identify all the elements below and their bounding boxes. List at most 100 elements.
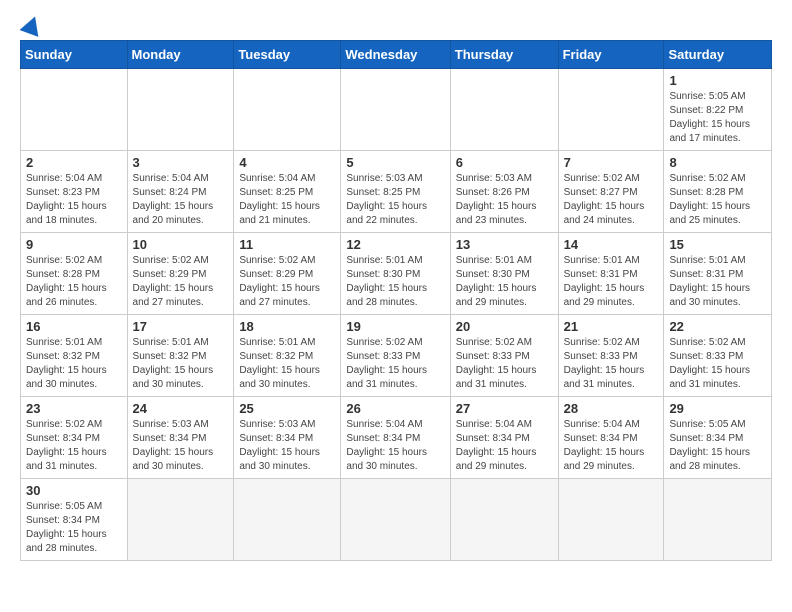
day-info: Sunrise: 5:01 AM Sunset: 8:31 PM Dayligh… — [669, 254, 766, 310]
day-info: Sunrise: 5:04 AM Sunset: 8:34 PM Dayligh… — [456, 418, 553, 474]
day-cell: 9 Sunrise: 5:02 AM Sunset: 8:28 PM Daylig… — [21, 233, 128, 315]
weekday-header-sunday: Sunday — [21, 41, 128, 69]
logo-triangle-icon — [20, 13, 45, 37]
day-cell — [21, 69, 128, 151]
day-cell — [234, 69, 341, 151]
day-cell: 24Sunrise: 5:03 AM Sunset: 8:34 PM Dayli… — [127, 397, 234, 479]
week-row-0: 1 Sunrise: 5:05 AM Sunset: 8:22 PM Daylig… — [21, 69, 772, 151]
day-cell — [341, 69, 450, 151]
day-cell — [450, 479, 558, 561]
day-cell: 13Sunrise: 5:01 AM Sunset: 8:30 PM Dayli… — [450, 233, 558, 315]
day-cell: 4Sunrise: 5:04 AM Sunset: 8:25 PM Daylig… — [234, 151, 341, 233]
day-number: 21 — [564, 319, 659, 334]
day-info: Sunrise: 5:04 AM Sunset: 8:34 PM Dayligh… — [564, 418, 659, 474]
day-number: 24 — [133, 401, 229, 416]
day-cell: 16 Sunrise: 5:01 AM Sunset: 8:32 PM Dayli… — [21, 315, 128, 397]
day-cell — [664, 479, 772, 561]
day-info: Sunrise: 5:05 AM Sunset: 8:34 PM Dayligh… — [669, 418, 766, 474]
day-number: 20 — [456, 319, 553, 334]
day-info: Sunrise: 5:04 AM Sunset: 8:24 PM Dayligh… — [133, 172, 229, 228]
day-info: Sunrise: 5:02 AM Sunset: 8:33 PM Dayligh… — [669, 336, 766, 392]
day-cell: 21 Sunrise: 5:02 AM Sunset: 8:33 PM Dayli… — [558, 315, 664, 397]
day-info: Sunrise: 5:03 AM Sunset: 8:34 PM Dayligh… — [239, 418, 335, 474]
day-number: 7 — [564, 155, 659, 170]
day-info: Sunrise: 5:04 AM Sunset: 8:34 PM Dayligh… — [346, 418, 444, 474]
day-number: 28 — [564, 401, 659, 416]
day-number: 23 — [26, 401, 122, 416]
day-info: Sunrise: 5:01 AM Sunset: 8:32 PM Dayligh… — [239, 336, 335, 392]
day-cell: 27 Sunrise: 5:04 AM Sunset: 8:34 PM Dayli… — [450, 397, 558, 479]
day-number: 9 — [26, 237, 122, 252]
day-info: Sunrise: 5:02 AM Sunset: 8:28 PM Dayligh… — [26, 254, 122, 310]
day-info: Sunrise: 5:01 AM Sunset: 8:31 PM Dayligh… — [564, 254, 659, 310]
day-number: 13 — [456, 237, 553, 252]
day-number: 10 — [133, 237, 229, 252]
day-number: 6 — [456, 155, 553, 170]
day-cell: 7 Sunrise: 5:02 AM Sunset: 8:27 PM Daylig… — [558, 151, 664, 233]
weekday-header-saturday: Saturday — [664, 41, 772, 69]
weekday-header-thursday: Thursday — [450, 41, 558, 69]
day-number: 3 — [133, 155, 229, 170]
day-info: Sunrise: 5:01 AM Sunset: 8:32 PM Dayligh… — [133, 336, 229, 392]
day-cell: 15 Sunrise: 5:01 AM Sunset: 8:31 PM Dayli… — [664, 233, 772, 315]
weekday-header-friday: Friday — [558, 41, 664, 69]
weekday-header-tuesday: Tuesday — [234, 41, 341, 69]
logo — [20, 16, 42, 34]
day-cell: 3 Sunrise: 5:04 AM Sunset: 8:24 PM Daylig… — [127, 151, 234, 233]
day-cell — [127, 479, 234, 561]
day-cell: 5Sunrise: 5:03 AM Sunset: 8:25 PM Daylig… — [341, 151, 450, 233]
day-info: Sunrise: 5:01 AM Sunset: 8:32 PM Dayligh… — [26, 336, 122, 392]
day-cell: 28 Sunrise: 5:04 AM Sunset: 8:34 PM Dayli… — [558, 397, 664, 479]
day-info: Sunrise: 5:02 AM Sunset: 8:34 PM Dayligh… — [26, 418, 122, 474]
day-number: 22 — [669, 319, 766, 334]
day-cell — [234, 479, 341, 561]
week-row-5: 30 Sunrise: 5:05 AM Sunset: 8:34 PM Dayli… — [21, 479, 772, 561]
day-info: Sunrise: 5:03 AM Sunset: 8:26 PM Dayligh… — [456, 172, 553, 228]
week-row-3: 16 Sunrise: 5:01 AM Sunset: 8:32 PM Dayli… — [21, 315, 772, 397]
week-row-4: 23 Sunrise: 5:02 AM Sunset: 8:34 PM Dayli… — [21, 397, 772, 479]
day-cell: 26 Sunrise: 5:04 AM Sunset: 8:34 PM Dayli… — [341, 397, 450, 479]
day-number: 30 — [26, 483, 122, 498]
day-cell — [558, 479, 664, 561]
day-info: Sunrise: 5:04 AM Sunset: 8:23 PM Dayligh… — [26, 172, 122, 228]
day-cell: 22 Sunrise: 5:02 AM Sunset: 8:33 PM Dayli… — [664, 315, 772, 397]
day-number: 2 — [26, 155, 122, 170]
day-number: 1 — [669, 73, 766, 88]
day-cell: 8Sunrise: 5:02 AM Sunset: 8:28 PM Daylig… — [664, 151, 772, 233]
day-number: 11 — [239, 237, 335, 252]
day-cell: 20 Sunrise: 5:02 AM Sunset: 8:33 PM Dayli… — [450, 315, 558, 397]
day-info: Sunrise: 5:02 AM Sunset: 8:33 PM Dayligh… — [346, 336, 444, 392]
weekday-header-wednesday: Wednesday — [341, 41, 450, 69]
day-cell — [127, 69, 234, 151]
day-number: 26 — [346, 401, 444, 416]
day-number: 15 — [669, 237, 766, 252]
day-number: 25 — [239, 401, 335, 416]
day-cell: 30 Sunrise: 5:05 AM Sunset: 8:34 PM Dayli… — [21, 479, 128, 561]
logo-text — [20, 16, 42, 34]
day-cell: 1 Sunrise: 5:05 AM Sunset: 8:22 PM Daylig… — [664, 69, 772, 151]
day-number: 17 — [133, 319, 229, 334]
day-cell: 23 Sunrise: 5:02 AM Sunset: 8:34 PM Dayli… — [21, 397, 128, 479]
day-info: Sunrise: 5:02 AM Sunset: 8:29 PM Dayligh… — [239, 254, 335, 310]
day-info: Sunrise: 5:02 AM Sunset: 8:27 PM Dayligh… — [564, 172, 659, 228]
day-info: Sunrise: 5:01 AM Sunset: 8:30 PM Dayligh… — [346, 254, 444, 310]
day-cell: 19 Sunrise: 5:02 AM Sunset: 8:33 PM Dayli… — [341, 315, 450, 397]
day-number: 16 — [26, 319, 122, 334]
day-info: Sunrise: 5:02 AM Sunset: 8:33 PM Dayligh… — [564, 336, 659, 392]
day-cell: 18 Sunrise: 5:01 AM Sunset: 8:32 PM Dayli… — [234, 315, 341, 397]
weekday-header-monday: Monday — [127, 41, 234, 69]
day-number: 18 — [239, 319, 335, 334]
day-number: 27 — [456, 401, 553, 416]
day-number: 19 — [346, 319, 444, 334]
day-cell: 25 Sunrise: 5:03 AM Sunset: 8:34 PM Dayli… — [234, 397, 341, 479]
day-cell: 17 Sunrise: 5:01 AM Sunset: 8:32 PM Dayli… — [127, 315, 234, 397]
day-info: Sunrise: 5:05 AM Sunset: 8:34 PM Dayligh… — [26, 500, 122, 556]
day-cell — [450, 69, 558, 151]
day-info: Sunrise: 5:03 AM Sunset: 8:25 PM Dayligh… — [346, 172, 444, 228]
page: SundayMondayTuesdayWednesdayThursdayFrid… — [0, 0, 792, 577]
day-number: 4 — [239, 155, 335, 170]
day-info: Sunrise: 5:02 AM Sunset: 8:33 PM Dayligh… — [456, 336, 553, 392]
day-cell — [558, 69, 664, 151]
weekday-header-row: SundayMondayTuesdayWednesdayThursdayFrid… — [21, 41, 772, 69]
day-info: Sunrise: 5:05 AM Sunset: 8:22 PM Dayligh… — [669, 90, 766, 146]
